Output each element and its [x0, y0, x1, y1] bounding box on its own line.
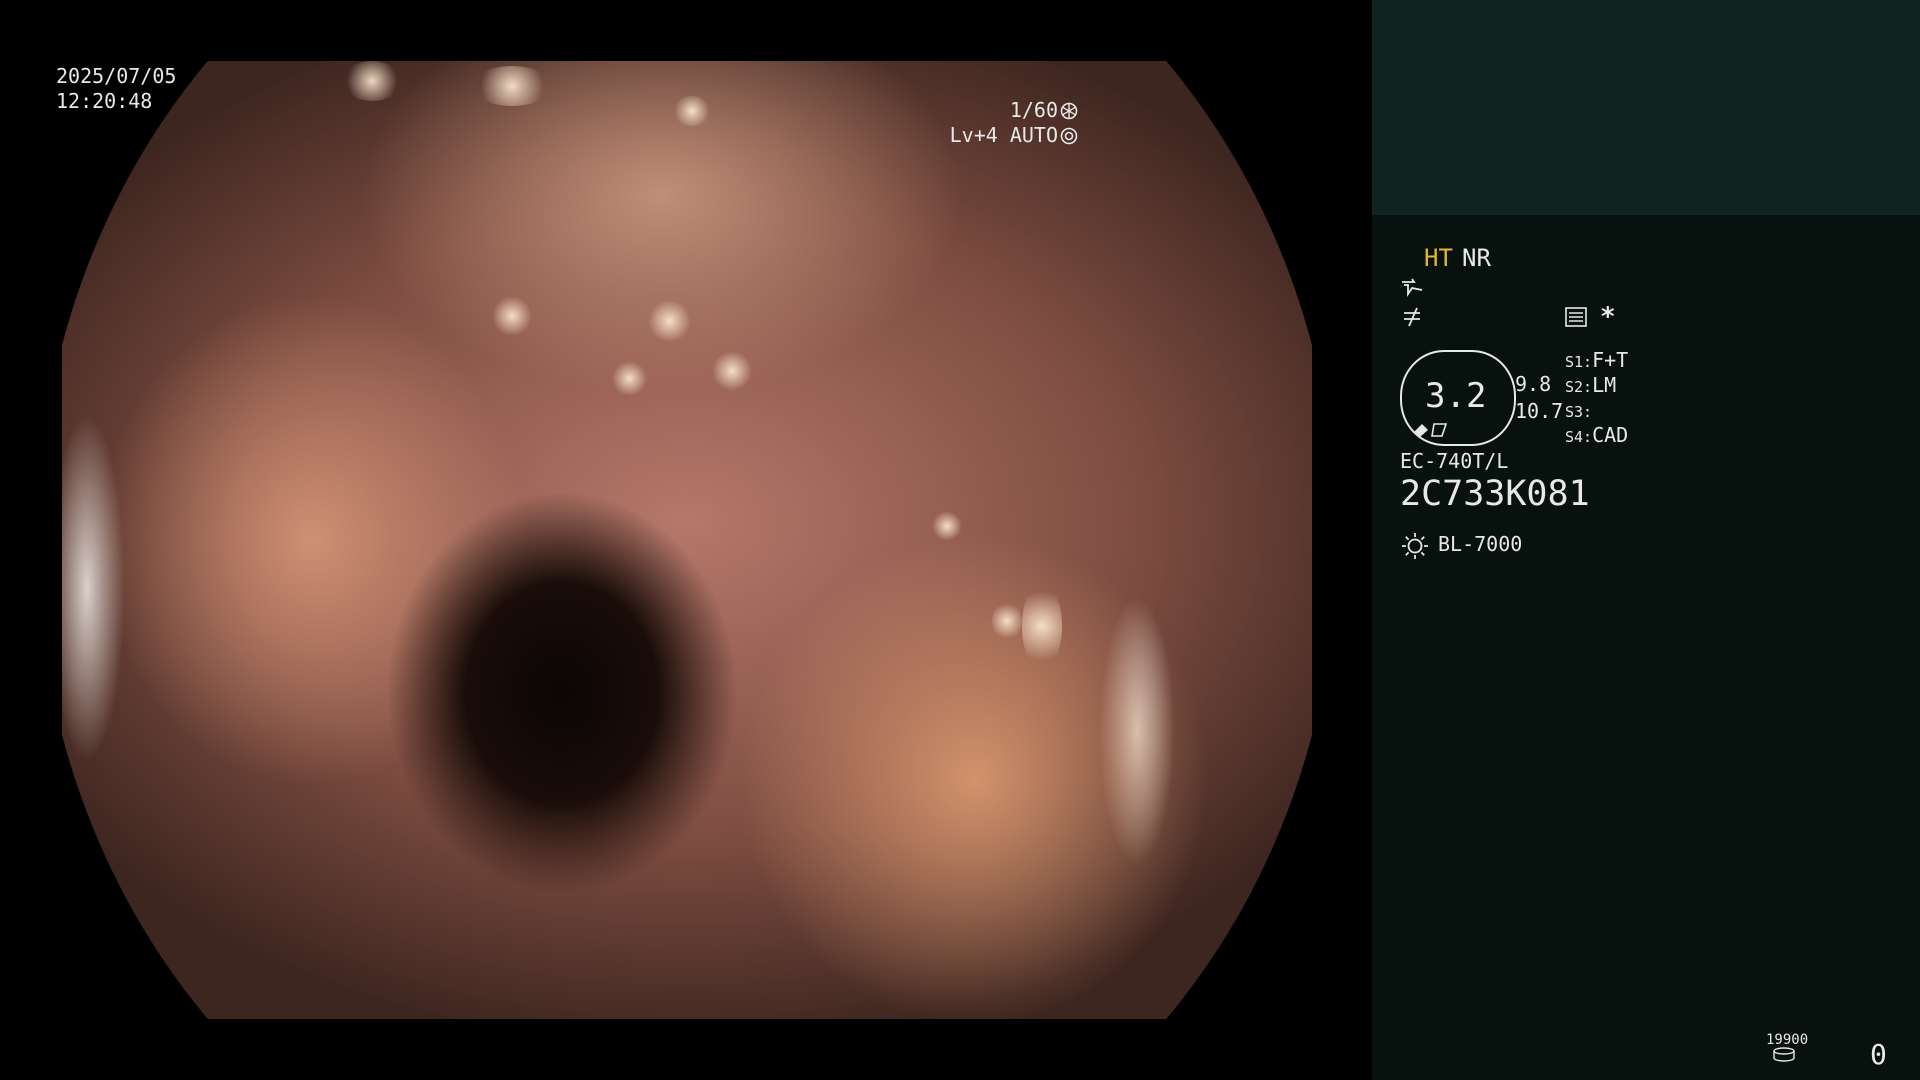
capacity-counter: 19900 [1766, 1032, 1809, 1048]
zoom-icon [1414, 423, 1448, 437]
scope-serial: 2C733K081 [1400, 474, 1590, 514]
contrast-icon [1402, 278, 1423, 297]
menu-icon [1565, 307, 1587, 327]
shutter-text: 1/60 [1009, 98, 1058, 122]
date-text: 2025/07/05 [56, 64, 177, 88]
switch-s2: S2:LM [1565, 373, 1616, 397]
switch-s4: S4:CAD [1565, 423, 1628, 447]
asterisk-indicator: * [1600, 302, 1616, 332]
mode-nr-label: NR [1462, 244, 1491, 272]
shutter-icon [1060, 102, 1078, 120]
value-a: 9.8 [1515, 372, 1552, 396]
date-time-display: 2025/07/05 12:20:48 [56, 64, 176, 114]
light-source-icon [1402, 533, 1428, 559]
switch-key: S2: [1565, 378, 1593, 396]
switch-key: S3: [1565, 403, 1593, 421]
enhance-icon [1404, 307, 1420, 327]
capture-counter: 0 [1870, 1038, 1887, 1071]
switch-key: S4: [1565, 428, 1593, 446]
scope-model: EC-740T/L [1400, 449, 1509, 473]
switch-key: S1: [1565, 353, 1593, 371]
panel-header-area [1372, 0, 1920, 215]
exposure-display: 1/60 Lv+4 AUTO [950, 98, 1078, 148]
switch-value: F+T [1592, 348, 1629, 372]
status-panel: HT NR * 3.2 9.8 10.7 S1:F+T S2:LM S3: S4… [1372, 0, 1920, 1080]
disk-icon [1773, 1047, 1795, 1062]
switch-s3: S3: [1565, 398, 1592, 422]
endoscopic-image [62, 61, 1312, 1019]
time-text: 12:20:48 [56, 89, 153, 113]
value-b: 10.7 [1515, 399, 1564, 423]
zoom-value: 3.2 [1425, 376, 1487, 416]
switch-value: CAD [1592, 423, 1629, 447]
switch-value: LM [1592, 373, 1617, 397]
iris-icon [1060, 127, 1078, 145]
switch-s1: S1:F+T [1565, 348, 1628, 372]
light-source-model: BL-7000 [1438, 532, 1523, 556]
iris-level-text: Lv+4 AUTO [949, 123, 1058, 147]
endoscope-viewport: 2025/07/05 12:20:48 1/60 Lv+4 AUTO [0, 0, 1372, 1080]
mode-ht-label: HT [1424, 244, 1453, 272]
